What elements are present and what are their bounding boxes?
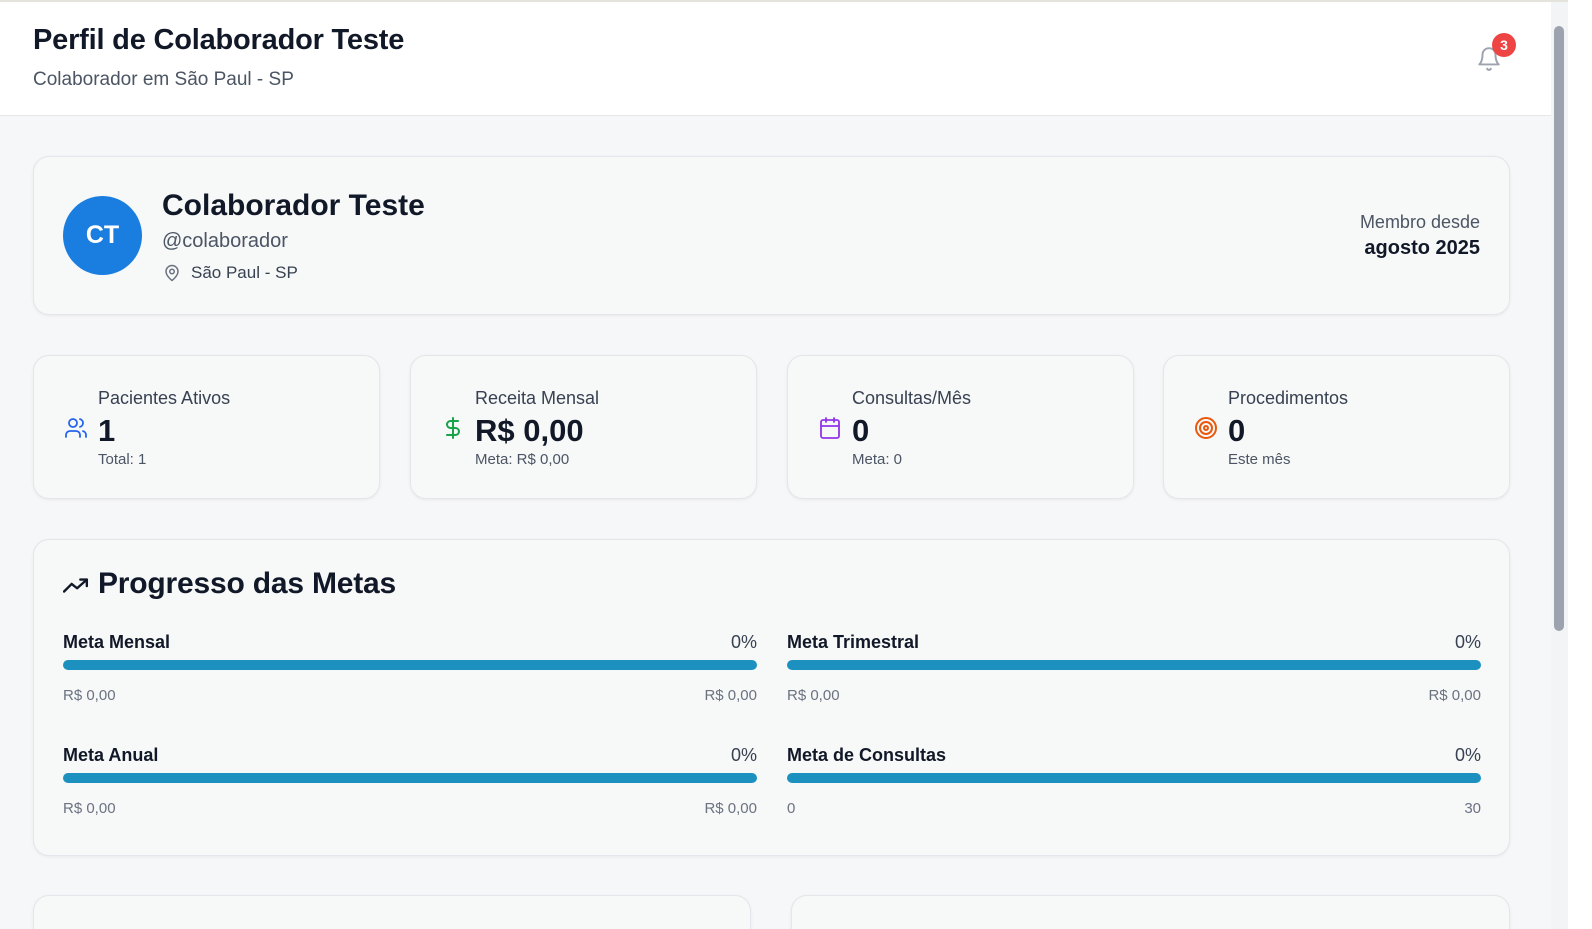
goal-meta-trimestral: Meta Trimestral 0% R$ 0,00 R$ 0,00 [787,632,1481,722]
goal-name: Meta Anual [63,745,159,765]
goal-progress-bar [63,660,757,670]
profile-card: CT Colaborador Teste @colaborador São Pa… [33,156,1510,315]
member-since-label: Membro desde [1359,212,1480,232]
goals-title: Progresso das Metas [98,567,396,600]
scrollbar-thumb[interactable] [1554,26,1564,631]
goal-percent: 0% [1454,632,1481,652]
window-edge [1568,0,1592,929]
stat-value: 0 [1228,413,1246,448]
stat-label: Consultas/Mês [852,388,972,408]
goal-meta-anual: Meta Anual 0% R$ 0,00 R$ 0,00 [63,745,757,835]
trending-up-icon [63,578,89,593]
goal-current: R$ 0,00 [787,687,840,704]
map-pin-icon [165,264,179,282]
goal-current: R$ 0,00 [63,687,116,704]
profile-username: @colaborador [162,230,288,252]
stat-card-consultas: Consultas/Mês 0 Meta: 0 [787,355,1134,499]
page-title: Perfil de Colaborador Teste [33,24,405,56]
goals-progress-card: Progresso das Metas Meta Mensal 0% R$ 0,… [33,539,1510,856]
target-icon [1195,417,1217,439]
goal-target: R$ 0,00 [1428,687,1481,704]
profile-name: Colaborador Teste [162,189,425,222]
goal-current: 0 [787,800,796,817]
calendar-icon [820,417,840,439]
dollar-icon [446,417,460,439]
stat-subtext: Total: 1 [98,451,147,468]
goal-progress-bar [63,773,757,783]
notification-badge[interactable]: 3 [1492,33,1516,57]
stat-card-procedimentos: Procedimentos 0 Este mês [1163,355,1510,499]
goal-current: R$ 0,00 [63,800,116,817]
stat-subtext: Este mês [1228,451,1291,468]
stat-label: Pacientes Ativos [98,388,231,408]
bottom-card-left [33,895,751,929]
page-header: Perfil de Colaborador Teste Colaborador … [0,2,1551,116]
stat-card-receita: Receita Mensal R$ 0,00 Meta: R$ 0,00 [410,355,757,499]
goal-target: R$ 0,00 [704,800,757,817]
goal-name: Meta Trimestral [787,632,920,652]
goal-meta-mensal: Meta Mensal 0% R$ 0,00 R$ 0,00 [63,632,757,722]
stat-label: Procedimentos [1228,388,1349,408]
page-subtitle: Colaborador em São Paul - SP [33,69,294,90]
goal-progress-bar [787,660,1481,670]
stat-card-pacientes: Pacientes Ativos 1 Total: 1 [33,355,380,499]
stat-subtext: Meta: 0 [852,451,903,468]
goal-percent: 0% [730,745,757,765]
users-icon [65,418,87,438]
avatar: CT [63,196,142,275]
goal-percent: 0% [730,632,757,652]
stat-value: 1 [98,413,116,448]
vertical-scrollbar[interactable] [1551,2,1568,929]
bottom-card-right [791,895,1510,929]
goal-name: Meta Mensal [63,632,171,652]
goal-meta-consultas: Meta de Consultas 0% 0 30 [787,745,1481,835]
stat-subtext: Meta: R$ 0,00 [475,451,570,468]
member-since-value: agosto 2025 [1364,237,1480,259]
goal-name: Meta de Consultas [787,745,947,765]
goal-progress-bar [787,773,1481,783]
stat-value: 0 [852,413,870,448]
goal-target: R$ 0,00 [704,687,757,704]
stat-value: R$ 0,00 [475,413,584,448]
goal-target: 30 [1464,800,1481,817]
profile-location: São Paul - SP [191,263,298,282]
stat-label: Receita Mensal [475,388,600,408]
goal-percent: 0% [1454,745,1481,765]
